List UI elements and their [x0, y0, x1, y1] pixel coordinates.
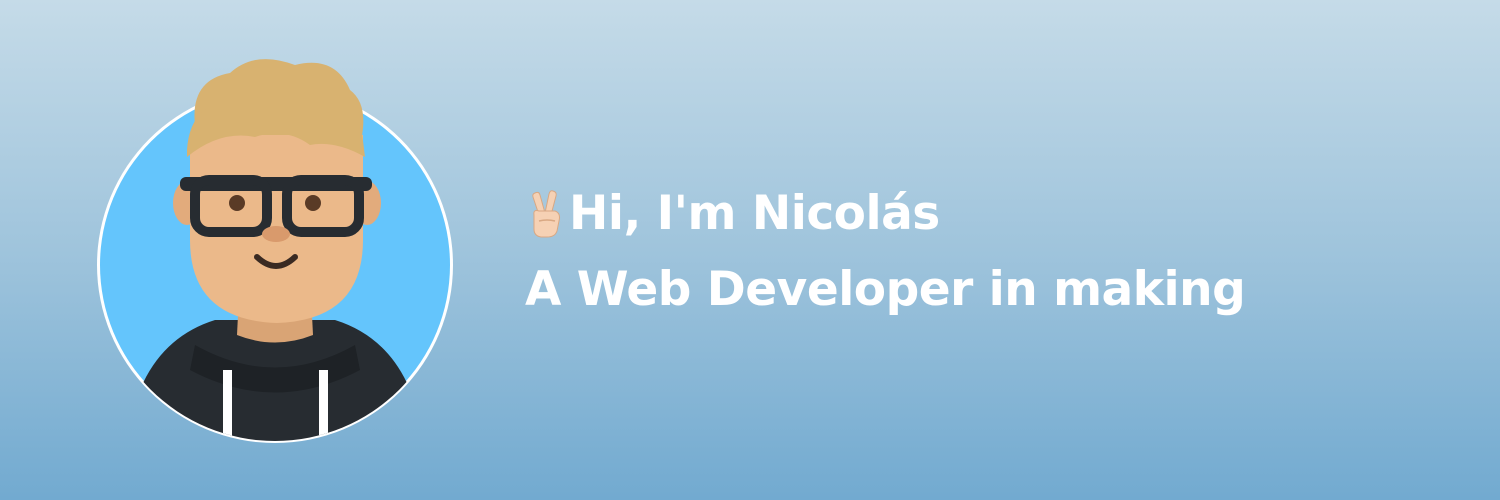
developer-avatar-illustration — [95, 45, 465, 455]
greeting-text-block: Hi, I'm Nicolás A Web Developer in makin… — [525, 176, 1465, 328]
tagline-line: A Web Developer in making — [525, 252, 1465, 328]
victory-hand-icon — [525, 189, 565, 239]
tagline-text: A Web Developer in making — [525, 262, 1246, 317]
profile-banner: Hi, I'm Nicolás A Web Developer in makin… — [0, 0, 1500, 500]
hoodie-string-right — [319, 370, 328, 441]
hoodie-string-left — [223, 370, 232, 441]
greeting-line: Hi, I'm Nicolás — [525, 176, 1465, 252]
greeting-name-text: Hi, I'm Nicolás — [569, 186, 940, 241]
